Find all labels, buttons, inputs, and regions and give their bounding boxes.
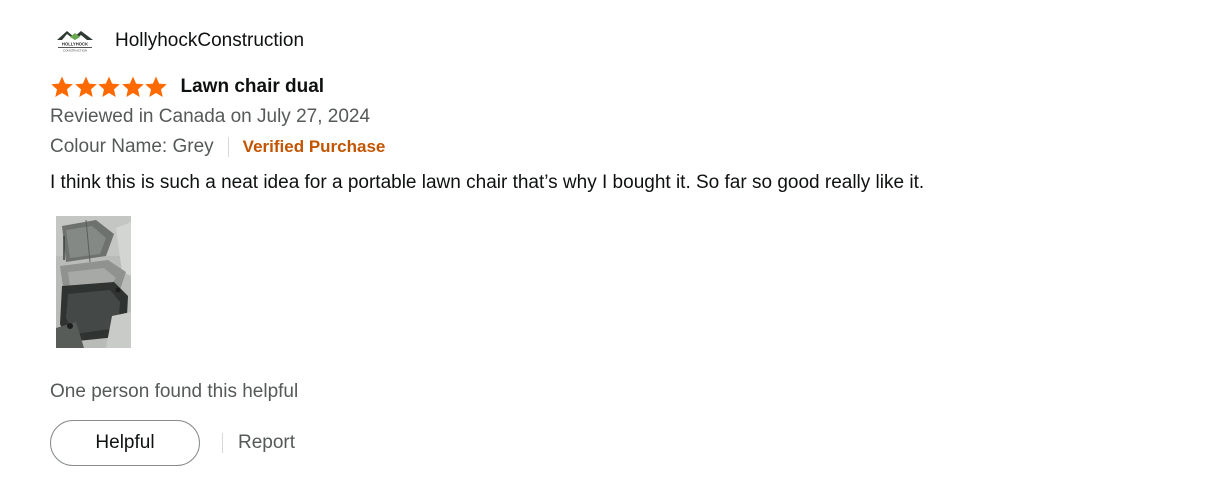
- rating-row: Lawn chair dual: [50, 74, 324, 100]
- review-meta: Colour Name: Grey Verified Purchase: [50, 135, 385, 159]
- reviewer-avatar: HOLLYHOCK CONSTRUCTION: [54, 26, 96, 56]
- star-icon: [98, 76, 120, 97]
- variant-label: Colour Name: Grey: [50, 136, 214, 157]
- review-date: Reviewed in Canada on July 27, 2024: [50, 106, 371, 127]
- review-title[interactable]: Lawn chair dual: [181, 76, 325, 98]
- reviewer-profile[interactable]: HOLLYHOCK CONSTRUCTION HollyhockConstruc…: [54, 26, 304, 56]
- meta-divider: [227, 137, 229, 157]
- star-rating[interactable]: [50, 75, 168, 99]
- review-actions: Helpful Report: [50, 420, 295, 466]
- review-photo-thumbnail[interactable]: [56, 216, 131, 348]
- verified-purchase-badge: Verified Purchase: [242, 137, 386, 156]
- reviewer-name[interactable]: HollyhockConstruction: [115, 27, 304, 55]
- star-icon: [121, 76, 144, 97]
- helpful-count: One person found this helpful: [50, 381, 299, 402]
- star-icon: [145, 76, 167, 97]
- avatar-logo-text: HOLLYHOCK: [62, 42, 88, 47]
- review-body: I think this is such a neat idea for a p…: [50, 172, 925, 193]
- star-icon: [51, 76, 73, 97]
- action-divider: [222, 433, 223, 453]
- star-icon: [74, 76, 97, 97]
- avatar-logo-subtext: CONSTRUCTION: [63, 49, 87, 53]
- report-link[interactable]: Report: [238, 432, 295, 454]
- helpful-button[interactable]: Helpful: [50, 420, 200, 466]
